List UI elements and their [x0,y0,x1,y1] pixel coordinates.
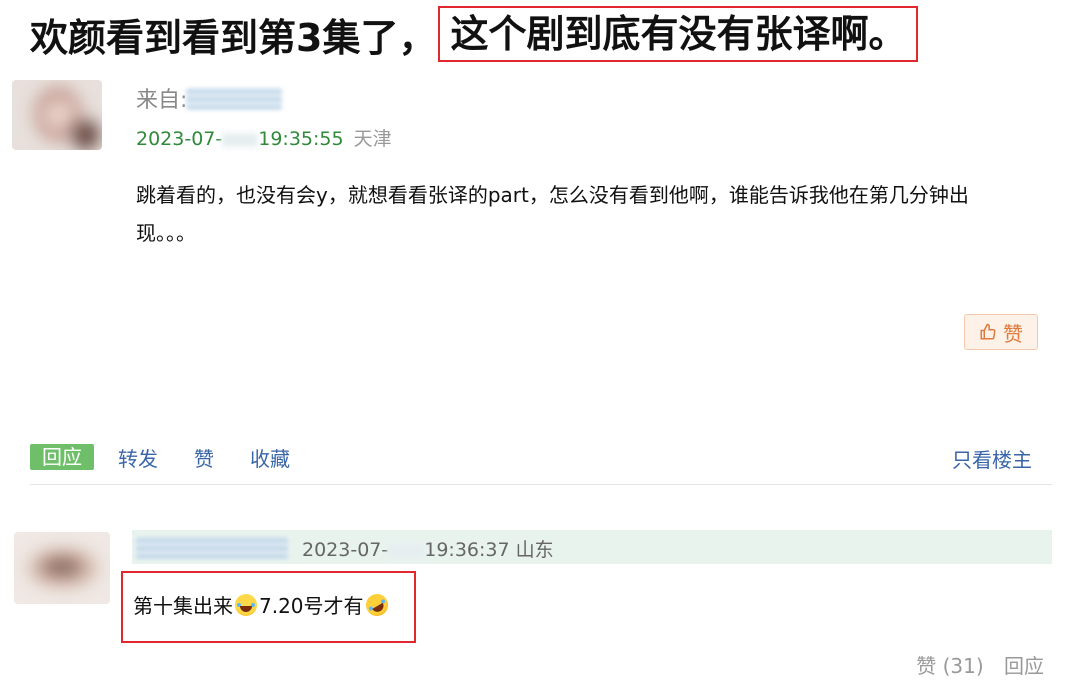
reply-time: 19:36:37 [424,539,510,561]
reply-text-part2: 7.20号才有 [259,594,364,618]
only-op-link[interactable]: 只看楼主 [952,444,1032,473]
like-link[interactable]: 赞 [194,443,214,472]
reply-text-part1: 第十集出来 [133,594,233,618]
like-label: 赞 [1003,321,1023,346]
reply-timestamp: 2023-07- 19:36:37 山东 [302,535,554,562]
from-label: 来自: [136,88,188,113]
post-title: 欢颜看到看到第3集了， 这个剧到底有没有张译啊。 [30,6,919,62]
reply-like-link[interactable]: 赞 (31) [916,654,983,678]
forward-link[interactable]: 转发 [118,443,158,472]
post-body: 跳着看的，也没有会y，就想看看张译的part，怎么没有看到他啊，谁能告诉我他在第… [136,183,969,245]
post-date: 2023-07- [136,128,223,150]
divider [30,484,1052,485]
post-action-bar: 回应 转发 赞 收藏 [30,443,326,472]
blurred-author-name[interactable] [186,88,282,110]
post-like-button[interactable]: 赞 [964,314,1038,350]
author-avatar[interactable] [12,80,102,150]
reply-author-avatar[interactable] [14,532,110,604]
reply-button[interactable]: 回应 [30,444,94,470]
face-with-tears-of-joy-icon [235,593,257,616]
reply-location: 山东 [515,539,554,561]
title-text: 欢颜看到看到第3集了， [30,15,437,60]
reply-date: 2023-07- [302,539,389,561]
redaction-mask [222,132,259,147]
rolling-on-floor-laughing-icon [361,589,392,620]
post-location: 天津 [353,128,392,150]
blurred-reply-author-name[interactable] [136,537,288,559]
post-timestamp: 2023-07- 19:35:55 天津 [136,124,392,151]
post-time: 19:35:55 [258,128,344,150]
title-highlight-box: 这个剧到底有没有张译啊。 [438,6,919,62]
thumbs-up-icon [980,323,996,340]
collect-link[interactable]: 收藏 [250,443,290,472]
redaction-mask [388,543,425,558]
reply-footer: 赞 (31) 回应 [902,650,1044,679]
reply-reply-link[interactable]: 回应 [1004,654,1044,678]
reply-content: 第十集出来 7.20号才有 [133,589,392,620]
